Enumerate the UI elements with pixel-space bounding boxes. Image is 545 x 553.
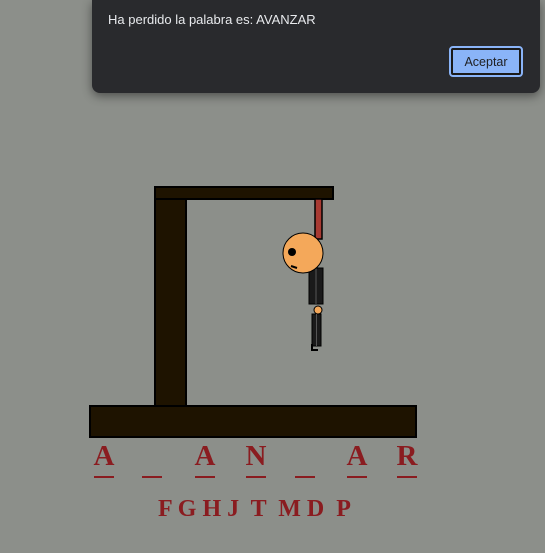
gallows-post bbox=[154, 186, 187, 408]
gallows-beam bbox=[154, 186, 334, 200]
alert-message: Ha perdido la palabra es: AVANZAR bbox=[108, 12, 316, 27]
gallows-base bbox=[89, 405, 417, 438]
letter-slot: A bbox=[193, 440, 217, 478]
word-slots: A _ A N _ A R bbox=[0, 440, 545, 480]
figure-eye bbox=[288, 248, 296, 256]
letter-slot: A bbox=[92, 440, 116, 478]
letter-slot: R bbox=[395, 440, 419, 478]
alert-dialog: Ha perdido la palabra es: AVANZAR Acepta… bbox=[92, 0, 540, 93]
wrong-letters: F G H J T M D P bbox=[158, 496, 351, 522]
letter-slot: _ bbox=[140, 440, 164, 478]
accept-button[interactable]: Aceptar bbox=[449, 46, 523, 77]
letter-slot: N bbox=[244, 440, 268, 478]
figure-hand bbox=[313, 305, 323, 315]
rope bbox=[314, 198, 323, 240]
letter-slot: A bbox=[345, 440, 369, 478]
letter-slot: _ bbox=[293, 440, 317, 478]
